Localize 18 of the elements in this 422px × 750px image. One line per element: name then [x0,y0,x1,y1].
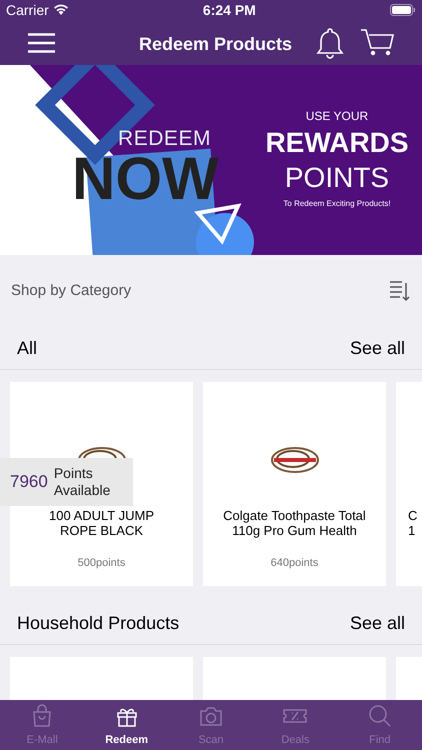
banner-subtitle: POINTS [284,161,390,195]
product-points: 500points [78,556,126,571]
status-time: 6:24 PM [202,0,256,20]
banner-kicker: USE YOUR [306,108,368,125]
page-title: Redeem Products [139,33,292,56]
product-points: 640points [270,556,318,571]
banner-text: REDEEM [118,127,211,151]
product-name: 100 ADULT JUMP ROPE BLACK [48,508,154,538]
banner-tagline: To Redeem Exciting Products! [283,198,391,210]
carrier-label: Carrier [6,0,49,20]
banner-title: REWARDS [265,126,409,160]
section-title: All [17,336,38,360]
section-title: Household Products [17,612,180,634]
points-label: Points Available [54,465,110,499]
product-name: Colgate Toothpaste Total 110g Pro Gum Health [223,508,366,538]
category-label: Shop by Category [11,280,132,301]
product-name: C 1 [408,508,418,538]
points-value: 7960 [10,471,48,494]
